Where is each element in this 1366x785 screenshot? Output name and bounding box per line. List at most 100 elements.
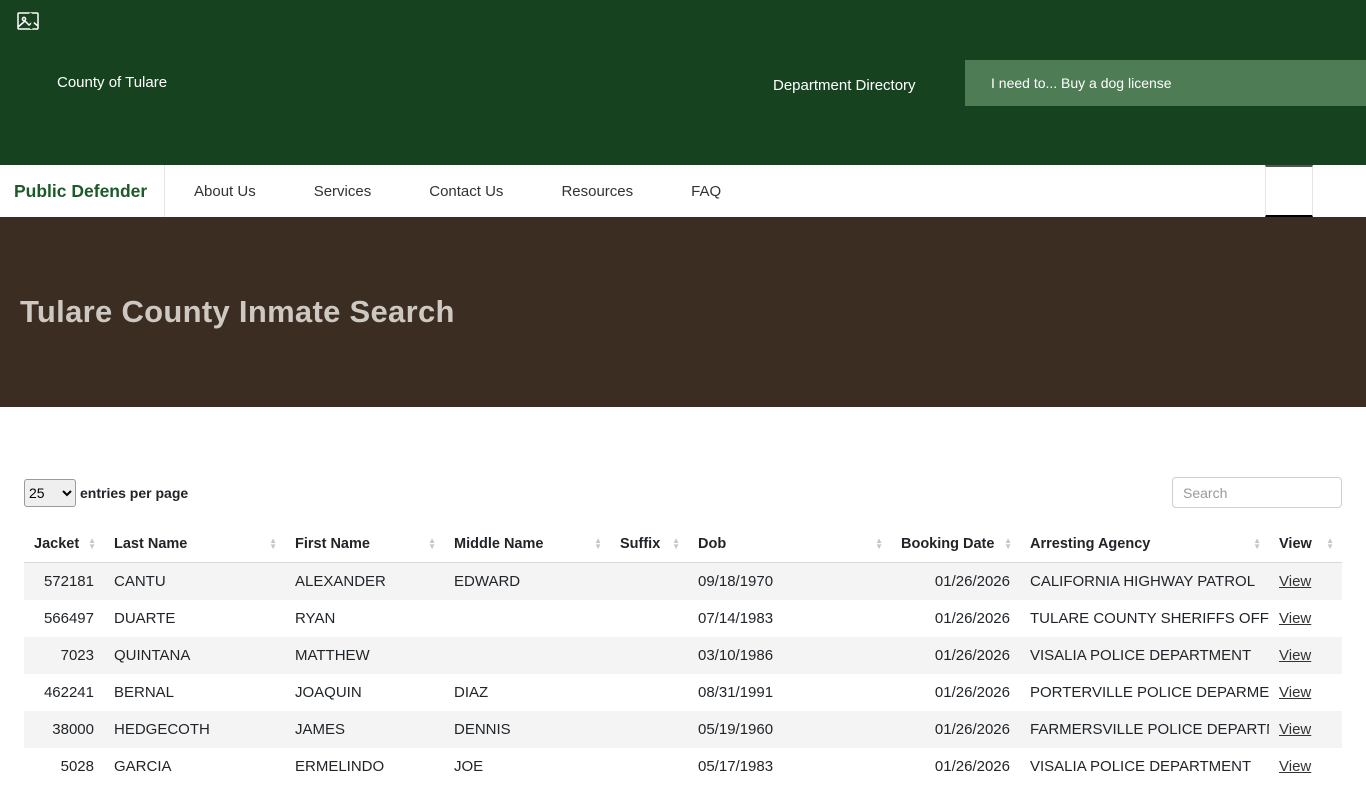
column-label: Jacket: [34, 536, 79, 552]
column-label: Booking Date: [901, 536, 994, 552]
column-label: Dob: [698, 536, 726, 552]
column-header-middle-name[interactable]: Middle Name ▲▼: [444, 526, 610, 563]
view-link[interactable]: View: [1279, 758, 1311, 775]
cell-last: QUINTANA: [104, 637, 285, 674]
cell-dob: 07/14/1983: [688, 600, 891, 637]
inmate-table-body: 572181CANTUALEXANDEREDWARD09/18/197001/2…: [24, 563, 1342, 785]
inmate-table-head: Jacket▲▼Last Name▲▼First Name▲▼Middle Na…: [24, 526, 1342, 563]
sort-icon: ▲▼: [594, 538, 602, 550]
department-brand[interactable]: Public Defender: [0, 165, 165, 217]
cell-last: DUARTE: [104, 600, 285, 637]
sort-icon: ▲▼: [1326, 538, 1334, 550]
department-directory-link[interactable]: Department Directory: [767, 76, 922, 95]
cell-booking: 01/26/2026: [891, 711, 1020, 748]
cell-first: RYAN: [285, 600, 444, 637]
column-header-booking-date[interactable]: Booking Date ▲▼: [891, 526, 1020, 563]
cell-middle: DIAZ: [444, 674, 610, 711]
table-row: 566497DUARTERYAN07/14/198301/26/2026TULA…: [24, 600, 1342, 637]
nav-item-resources[interactable]: Resources: [532, 165, 662, 217]
sort-icon: ▲▼: [1253, 538, 1261, 550]
cell-view: View: [1269, 711, 1342, 748]
header-row: Jacket▲▼Last Name▲▼First Name▲▼Middle Na…: [24, 526, 1342, 563]
cell-agency: FARMERSVILLE POLICE DEPARTMENT: [1020, 711, 1269, 748]
column-label: Middle Name: [454, 536, 543, 552]
cell-middle: DENNIS: [444, 711, 610, 748]
cell-view: View: [1269, 637, 1342, 674]
cell-last: BERNAL: [104, 674, 285, 711]
cell-agency: PORTERVILLE POLICE DEPARMENT: [1020, 674, 1269, 711]
view-link[interactable]: View: [1279, 647, 1311, 664]
cell-last: HEDGECOTH: [104, 711, 285, 748]
cell-view: View: [1269, 674, 1342, 711]
cell-last: GARCIA: [104, 748, 285, 785]
view-link[interactable]: View: [1279, 573, 1311, 590]
table-controls: 25 entries per page: [24, 477, 1342, 508]
site-header: County of Tulare Department Directory I …: [0, 0, 1366, 165]
table-row: 38000HEDGECOTHJAMESDENNIS05/19/196001/26…: [24, 711, 1342, 748]
sort-icon: ▲▼: [88, 538, 96, 550]
view-link[interactable]: View: [1279, 610, 1311, 627]
column-header-suffix[interactable]: Suffix▲▼: [610, 526, 688, 563]
cell-last: CANTU: [104, 563, 285, 601]
column-header-last-name[interactable]: Last Name ▲▼: [104, 526, 285, 563]
page-title: Tulare County Inmate Search: [20, 294, 455, 330]
cell-suffix: [610, 637, 688, 674]
cell-first: JAMES: [285, 711, 444, 748]
column-header-dob[interactable]: Dob ▲▼: [688, 526, 891, 563]
column-header-view[interactable]: View▲▼: [1269, 526, 1342, 563]
nav-item-faq[interactable]: FAQ: [662, 165, 750, 217]
cell-middle: [444, 600, 610, 637]
cell-suffix: [610, 674, 688, 711]
cell-first: JOAQUIN: [285, 674, 444, 711]
column-label: Arresting Agency: [1030, 536, 1150, 552]
cell-suffix: [610, 748, 688, 785]
cell-view: View: [1269, 748, 1342, 785]
cell-suffix: [610, 563, 688, 601]
cell-dob: 05/19/1960: [688, 711, 891, 748]
column-label: Suffix: [620, 536, 660, 552]
search-input[interactable]: [1172, 477, 1342, 508]
main-nav: Public Defender About Us Services Contac…: [0, 165, 1366, 217]
cell-booking: 01/26/2026: [891, 637, 1020, 674]
entries-per-page-select[interactable]: 25: [24, 479, 76, 507]
column-label: First Name: [295, 536, 370, 552]
i-need-to-button[interactable]: I need to... Buy a dog license: [965, 60, 1366, 106]
cell-agency: VISALIA POLICE DEPARTMENT: [1020, 637, 1269, 674]
broken-logo-image: [16, 10, 44, 34]
column-label: Last Name: [114, 536, 187, 552]
nav-item-services[interactable]: Services: [285, 165, 401, 217]
cell-jacket: 566497: [24, 600, 104, 637]
site-name: County of Tulare: [57, 74, 167, 91]
cell-dob: 05/17/1983: [688, 748, 891, 785]
cell-middle: EDWARD: [444, 563, 610, 601]
cell-view: View: [1269, 600, 1342, 637]
column-header-arresting-agency[interactable]: Arresting Agency ▲▼: [1020, 526, 1269, 563]
table-row: 462241BERNALJOAQUINDIAZ08/31/199101/26/2…: [24, 674, 1342, 711]
cell-dob: 03/10/1986: [688, 637, 891, 674]
nav-item-about-us[interactable]: About Us: [165, 165, 285, 217]
cell-dob: 09/18/1970: [688, 563, 891, 601]
cell-booking: 01/26/2026: [891, 600, 1020, 637]
cell-first: ERMELINDO: [285, 748, 444, 785]
cell-middle: [444, 637, 610, 674]
sort-icon: ▲▼: [269, 538, 277, 550]
cell-booking: 01/26/2026: [891, 748, 1020, 785]
cell-suffix: [610, 711, 688, 748]
sort-icon: ▲▼: [1004, 538, 1012, 550]
view-link[interactable]: View: [1279, 684, 1311, 701]
column-header-first-name[interactable]: First Name ▲▼: [285, 526, 444, 563]
inmate-table: Jacket▲▼Last Name▲▼First Name▲▼Middle Na…: [24, 526, 1342, 785]
table-row: 7023QUINTANAMATTHEW03/10/198601/26/2026V…: [24, 637, 1342, 674]
cell-jacket: 462241: [24, 674, 104, 711]
cell-middle: JOE: [444, 748, 610, 785]
view-link[interactable]: View: [1279, 721, 1311, 738]
cell-first: MATTHEW: [285, 637, 444, 674]
sort-icon: ▲▼: [875, 538, 883, 550]
cell-dob: 08/31/1991: [688, 674, 891, 711]
hero-banner: Tulare County Inmate Search: [0, 217, 1366, 407]
cell-jacket: 5028: [24, 748, 104, 785]
nav-utility-button[interactable]: [1265, 165, 1313, 217]
sort-icon: ▲▼: [428, 538, 436, 550]
nav-item-contact-us[interactable]: Contact Us: [400, 165, 532, 217]
column-header-jacket[interactable]: Jacket ▲▼: [24, 526, 104, 563]
